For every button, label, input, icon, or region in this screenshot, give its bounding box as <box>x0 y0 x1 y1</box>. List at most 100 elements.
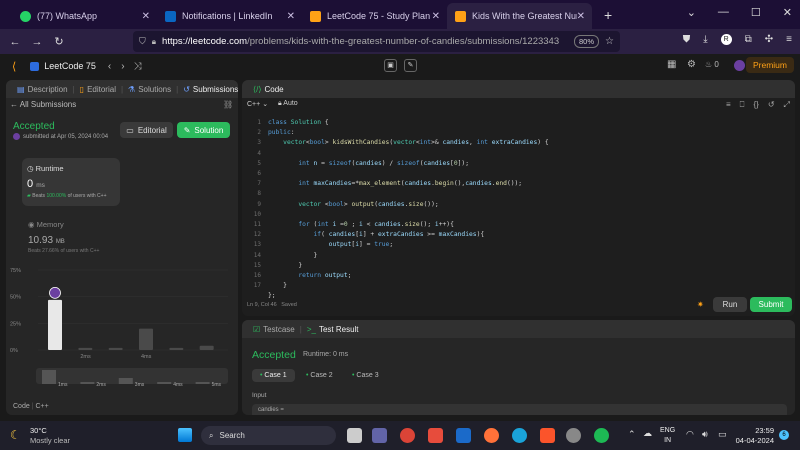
extensions-icon[interactable]: ⧉ <box>745 34 752 45</box>
tab-test-result[interactable]: >_ Test Result <box>302 325 364 334</box>
tab-leetcode-75[interactable]: LeetCode 75 - Study Plan - Leet ✕ <box>302 3 447 29</box>
submitted-time: submitted at Apr 05, 2024 00:04 <box>13 133 108 140</box>
tab-solutions[interactable]: ⚗ Solutions <box>123 85 176 94</box>
code-tab[interactable]: ⟨/⟩ Code <box>248 85 289 94</box>
code-editor[interactable]: class Solution { public: vector<bool> ki… <box>268 118 549 302</box>
leetcode-logo-icon[interactable]: ⟨ <box>12 60 16 73</box>
bookmark-star-icon[interactable]: ☆ <box>605 36 614 47</box>
all-submissions-link[interactable]: ← All Submissions <box>10 100 76 109</box>
study-plan-title[interactable]: LeetCode 75 <box>44 61 96 71</box>
chrome-icon[interactable] <box>400 428 415 443</box>
lightbulb-icon[interactable]: ✷ <box>697 300 704 309</box>
case-tab-3[interactable]: • Case 3 <box>346 369 385 382</box>
extension-puzzle-icon[interactable]: ✣ <box>765 34 773 45</box>
linkedin-icon <box>165 10 176 22</box>
close-icon[interactable]: ✕ <box>432 11 440 22</box>
download-icon[interactable]: ⤓ <box>703 34 707 45</box>
mini-x-label: 2ms <box>96 382 106 388</box>
chevron-down-icon: ⌄ <box>262 101 269 108</box>
firefox-icon[interactable] <box>484 428 499 443</box>
office-icon[interactable] <box>428 428 443 443</box>
close-icon[interactable]: ✕ <box>287 11 295 22</box>
avatar <box>13 133 20 140</box>
spotify-icon[interactable] <box>594 428 609 443</box>
minimize-icon[interactable]: — <box>718 6 729 19</box>
run-button[interactable]: Run <box>713 297 747 312</box>
debug-icon[interactable]: ▣ <box>384 59 397 72</box>
notification-badge[interactable]: 6 <box>779 430 789 440</box>
volume-icon[interactable]: 🔊︎ <box>702 429 708 440</box>
window-controls: ⌄ — ☐ ✕ <box>687 6 792 19</box>
tab-title: (77) WhatsApp <box>37 11 98 21</box>
next-problem-icon[interactable]: › <box>121 61 124 72</box>
submit-button[interactable]: Submit <box>750 297 792 312</box>
memory-label[interactable]: ◉ Memory <box>28 220 64 229</box>
cloud-icon[interactable]: ☁ <box>643 428 652 439</box>
wifi-icon[interactable]: ◠ <box>686 429 694 440</box>
mini-bar <box>195 382 210 384</box>
tray-chevron-icon[interactable]: ⌃ <box>628 429 636 440</box>
auto-mode[interactable]: 🔒︎ Auto <box>278 100 298 108</box>
y-tick-label: 75% <box>10 268 21 274</box>
editor-status: Ln 9, Col 46 Saved <box>247 302 297 308</box>
tab-kids-greatest[interactable]: Kids With the Greatest Number ✕ <box>447 3 592 29</box>
settings-app-icon[interactable] <box>566 428 581 443</box>
editorial-button[interactable]: ▭ Editorial <box>120 122 173 138</box>
new-tab-icon[interactable]: + <box>604 7 612 23</box>
clock[interactable]: 23:59 04-04-2024 <box>732 426 774 446</box>
layout-icon[interactable]: ▦ <box>667 59 676 70</box>
case-tab-1[interactable]: • Case 1 <box>252 369 295 382</box>
reload-icon[interactable]: ↻ <box>48 35 70 48</box>
account-icon[interactable]: R <box>720 34 732 45</box>
solution-button[interactable]: ✎ Solution <box>177 122 230 138</box>
fire-icon[interactable]: ♨ 0 <box>705 60 719 69</box>
shuffle-icon[interactable]: ⤨ <box>134 61 142 72</box>
forward-icon[interactable]: → <box>26 36 48 48</box>
tab-testcase[interactable]: ☑ Testcase <box>248 325 300 334</box>
reset-icon[interactable]: ↺ <box>768 100 775 110</box>
taskbar-search[interactable]: ⌕ Search <box>201 426 336 445</box>
battery-icon[interactable]: ▭ <box>718 429 727 440</box>
editorial-icon: ▯ <box>79 84 85 94</box>
brave-icon[interactable] <box>540 428 555 443</box>
task-view-icon[interactable] <box>347 428 362 443</box>
start-icon[interactable] <box>178 428 192 442</box>
address-bar[interactable]: ⛉ 🔒︎ https://leetcode.com/problems/kids-… <box>133 31 620 52</box>
leetcode-header: ⟨ LeetCode 75 ‹ › ⤨ ▣ ✎ ▦ ⚙ ♨ 0 Premium <box>0 54 800 78</box>
braces-icon[interactable]: {} <box>753 100 758 110</box>
link-icon[interactable]: ⛓ <box>223 100 233 109</box>
zoom-level[interactable]: 80% <box>574 35 600 48</box>
close-window-icon[interactable]: ✕ <box>783 6 792 19</box>
menu-icon[interactable]: ≡ <box>786 34 792 45</box>
tab-whatsapp[interactable]: (77) WhatsApp ✕ <box>12 3 157 29</box>
language-select[interactable]: C++ ⌄ <box>247 100 268 108</box>
edge-icon[interactable] <box>512 428 527 443</box>
language-indicator[interactable]: ENG IN <box>660 426 675 446</box>
format-icon[interactable]: ≡ <box>726 100 731 110</box>
bookmark-icon[interactable]: ⎕ <box>740 100 745 110</box>
code-icon: ⟨/⟩ <box>253 84 262 94</box>
tab-description[interactable]: ▤ Description <box>12 85 73 94</box>
prev-problem-icon[interactable]: ‹ <box>108 61 111 72</box>
tab-editorial[interactable]: ▯ Editorial <box>75 85 121 94</box>
settings-icon[interactable]: ⚙ <box>687 59 696 70</box>
expand-icon[interactable]: ⤢ <box>784 100 790 110</box>
tab-submissions[interactable]: ↺ Submissions <box>178 85 238 94</box>
case-tab-2[interactable]: • Case 2 <box>300 369 339 382</box>
pocket-icon[interactable]: ⛊ <box>683 34 691 45</box>
premium-button[interactable]: Premium <box>745 57 794 73</box>
avatar[interactable] <box>734 60 745 71</box>
runtime-distribution-chart[interactable]: 75% 50% 25% 0% 2ms 4ms 1ms 2ms 3ms 4ms 5ms <box>6 260 238 392</box>
close-icon[interactable]: ✕ <box>577 11 585 22</box>
back-icon[interactable]: ← <box>4 36 26 48</box>
zoom-app-icon[interactable] <box>372 428 387 443</box>
chevron-down-icon[interactable]: ⌄ <box>687 6 696 19</box>
runtime-card[interactable]: ◷ Runtime 0 ms ▰ Beats 100.00% of users … <box>22 158 120 206</box>
weather-widget[interactable]: 30°C Mostly clear <box>30 426 70 446</box>
note-icon[interactable]: ✎ <box>404 59 417 72</box>
app-w-icon[interactable] <box>456 428 471 443</box>
code-footer: Code | C++ <box>13 403 49 410</box>
maximize-icon[interactable]: ☐ <box>751 6 761 19</box>
close-icon[interactable]: ✕ <box>142 11 150 22</box>
tab-linkedin[interactable]: Notifications | LinkedIn ✕ <box>157 3 302 29</box>
